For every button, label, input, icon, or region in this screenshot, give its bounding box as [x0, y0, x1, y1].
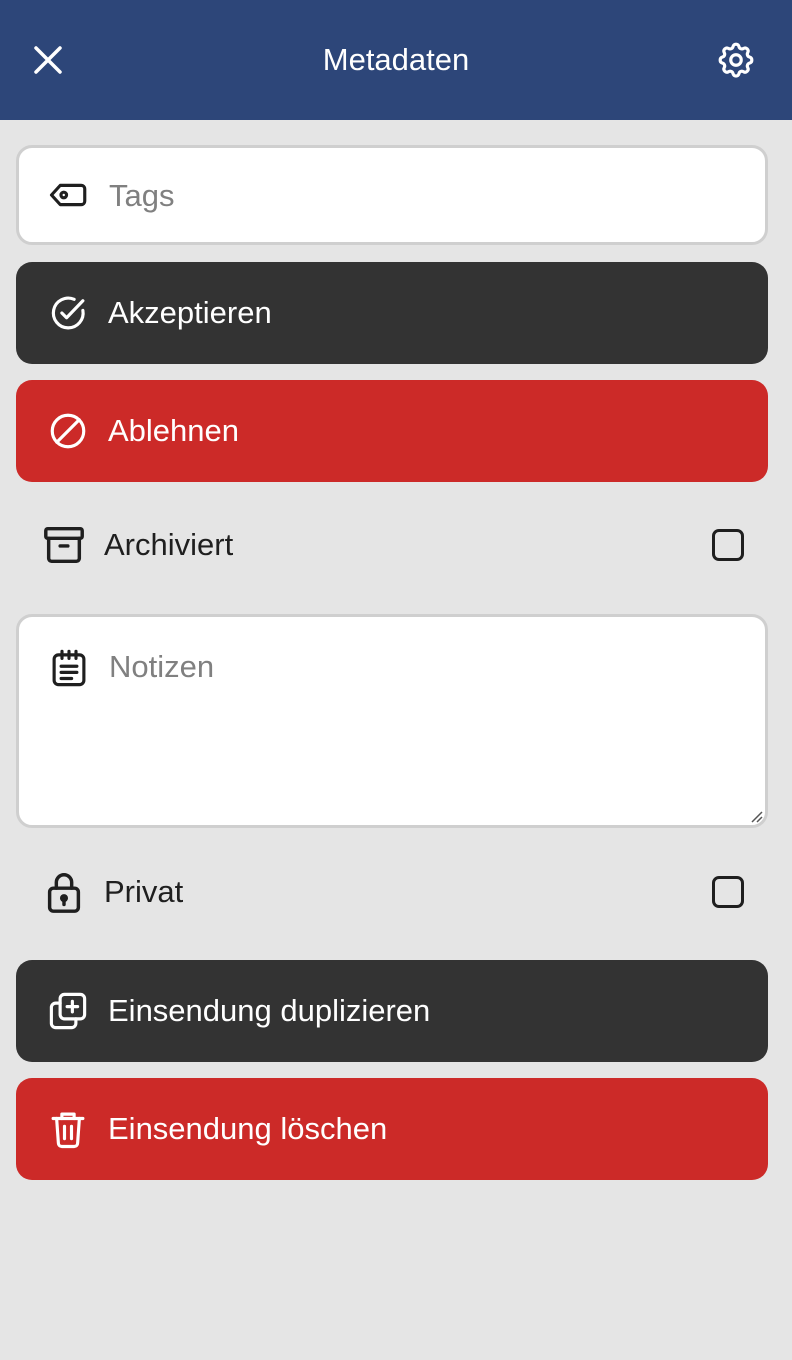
archived-label: Archiviert — [104, 527, 234, 562]
settings-button[interactable] — [714, 38, 758, 82]
tags-field[interactable]: Tags — [16, 145, 768, 245]
private-row: Privat — [16, 857, 768, 927]
notes-icon — [47, 646, 91, 690]
notes-field[interactable]: Notizen — [16, 614, 768, 828]
gear-icon — [718, 42, 754, 78]
private-checkbox[interactable] — [712, 876, 744, 908]
ban-icon — [46, 409, 90, 453]
archived-row: Archiviert — [16, 510, 768, 580]
header-bar: Metadaten — [0, 0, 792, 120]
resize-handle-icon[interactable] — [747, 807, 763, 823]
accept-button-label: Akzeptieren — [108, 295, 272, 330]
trash-icon — [46, 1107, 90, 1151]
tags-input[interactable]: Tags — [109, 178, 174, 214]
tag-icon — [47, 173, 91, 217]
delete-button[interactable]: Einsendung löschen — [16, 1078, 768, 1180]
delete-button-label: Einsendung löschen — [108, 1111, 388, 1146]
duplicate-button-label: Einsendung duplizieren — [108, 993, 431, 1028]
reject-button[interactable]: Ablehnen — [16, 380, 768, 482]
page-title: Metadaten — [322, 42, 470, 77]
notes-textarea[interactable]: Notizen — [109, 649, 214, 685]
private-label: Privat — [104, 874, 184, 909]
archive-icon — [40, 521, 88, 569]
duplicate-button[interactable]: Einsendung duplizieren — [16, 960, 768, 1062]
lock-icon — [40, 868, 88, 916]
check-circle-icon — [46, 291, 90, 335]
archived-checkbox[interactable] — [712, 529, 744, 561]
duplicate-icon — [46, 989, 90, 1033]
accept-button[interactable]: Akzeptieren — [16, 262, 768, 364]
reject-button-label: Ablehnen — [108, 413, 240, 448]
